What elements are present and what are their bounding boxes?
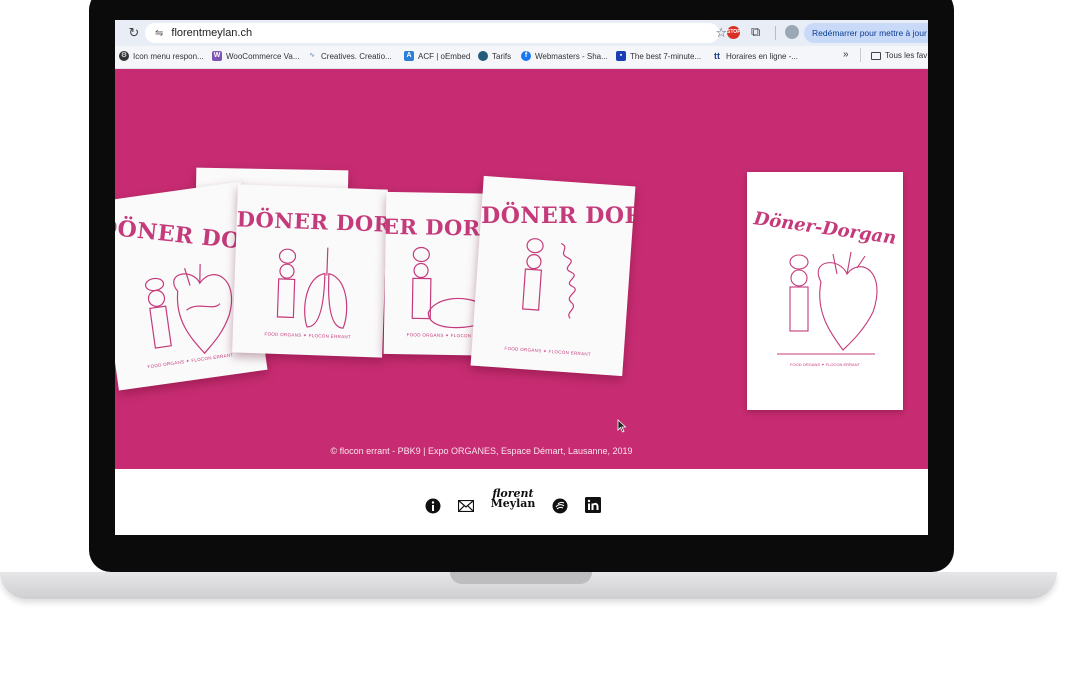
folder-icon <box>871 51 881 60</box>
acf-icon: A <box>404 51 414 61</box>
bookmark-item[interactable]: ⚙ Icon menu respon... <box>119 51 204 61</box>
woocommerce-icon: W <box>212 51 222 61</box>
site-info-icon[interactable]: ⇋ <box>155 28 163 39</box>
bookmark-item[interactable]: W WooCommerce Va... <box>212 51 300 61</box>
reload-icon[interactable]: ↻ <box>123 25 145 41</box>
chef-heart-drawing <box>777 251 878 355</box>
bookmark-item[interactable]: ▪ The best 7-minute... <box>616 51 701 61</box>
poster-tagline: FOOD ORGANS ✦ FLOCON ERRANT <box>790 362 860 367</box>
update-button[interactable]: Redémarrer pour mettre à jour <box>804 23 928 43</box>
wave-icon: ∿ <box>309 52 315 59</box>
bookmark-label: Creatives. Creatio... <box>321 51 392 61</box>
bookmarks-divider <box>860 48 861 62</box>
poster: Döner-Dorgan FOOD ORGANS ✦ FLOCON ERRANT <box>747 172 903 410</box>
bookmark-item[interactable]: tt Horaires en ligne -... <box>712 51 798 61</box>
bookmark-label: Icon menu respon... <box>133 51 204 61</box>
all-bookmarks-button[interactable]: Tous les fav <box>871 51 927 60</box>
bookmark-item[interactable]: A ACF | oEmbed <box>404 51 470 61</box>
bookmarks-bar: ⚙ Icon menu respon... W WooCommerce Va..… <box>115 46 928 69</box>
facebook-icon: f <box>521 51 531 61</box>
mail-icon[interactable] <box>458 500 474 512</box>
paper-bag: DÖNER DORGAN FOOD ORGANS ✦ FLOCON ERRANT <box>232 184 388 358</box>
bookmark-item[interactable]: f Webmasters - Sha... <box>521 51 608 61</box>
browser-toolbar: ↻ ⇋ florentmeylan.ch ☆ STOP ⧉ Redémarrer… <box>115 20 928 46</box>
bookmark-item[interactable]: Tarifs <box>478 51 511 61</box>
logo-line-2: Meylan <box>490 497 536 510</box>
laptop-screen: ↻ ⇋ florentmeylan.ch ☆ STOP ⧉ Redémarrer… <box>115 20 928 535</box>
more-bookmarks-button[interactable]: » <box>843 49 849 60</box>
extensions-icon[interactable]: ⧉ <box>751 24 760 40</box>
toolbar-divider <box>775 26 776 40</box>
laptop-base-notch <box>450 572 592 584</box>
site-logo[interactable]: florent Meylan <box>490 488 536 510</box>
gear-icon: ⚙ <box>119 51 129 61</box>
linkedin-icon[interactable] <box>585 497 601 513</box>
bookmark-label: Horaires en ligne -... <box>726 51 799 61</box>
paper-bag: DÖNER DORGAN FOOD ORGANS ✦ FLOCON ERRANT <box>470 175 636 377</box>
hero-section: DÖNER DORGAN FOOD ORGANS ✦ FLOCON ERRANT… <box>115 69 928 469</box>
bookmark-label: Webmasters - Sha... <box>535 51 608 61</box>
bookmark-label: The best 7-minute... <box>630 51 702 61</box>
bookmark-item[interactable]: ∿ Creatives. Creatio... <box>307 51 392 61</box>
globe-icon <box>478 51 488 61</box>
all-bookmarks-label: Tous les fav <box>885 51 928 60</box>
bookmark-label: WooCommerce Va... <box>226 51 300 61</box>
bookmark-blue-icon: ▪ <box>616 51 626 61</box>
mouse-cursor-icon <box>617 419 627 433</box>
tt-icon: tt <box>714 51 720 61</box>
photo-caption: © flocon errant - PBK9 | Expo ORGANES, E… <box>330 446 633 456</box>
bookmark-label: ACF | oEmbed <box>418 51 471 61</box>
profile-avatar[interactable] <box>785 25 799 39</box>
bookmark-label: Tarifs <box>492 51 512 61</box>
url-text: florentmeylan.ch <box>171 27 253 39</box>
adblock-extension-icon[interactable]: STOP <box>727 26 741 39</box>
bookmark-star-icon[interactable]: ☆ <box>715 25 727 41</box>
music-icon[interactable] <box>552 498 568 514</box>
info-icon[interactable] <box>425 498 441 514</box>
address-bar[interactable]: ⇋ florentmeylan.ch ☆ <box>145 23 727 43</box>
